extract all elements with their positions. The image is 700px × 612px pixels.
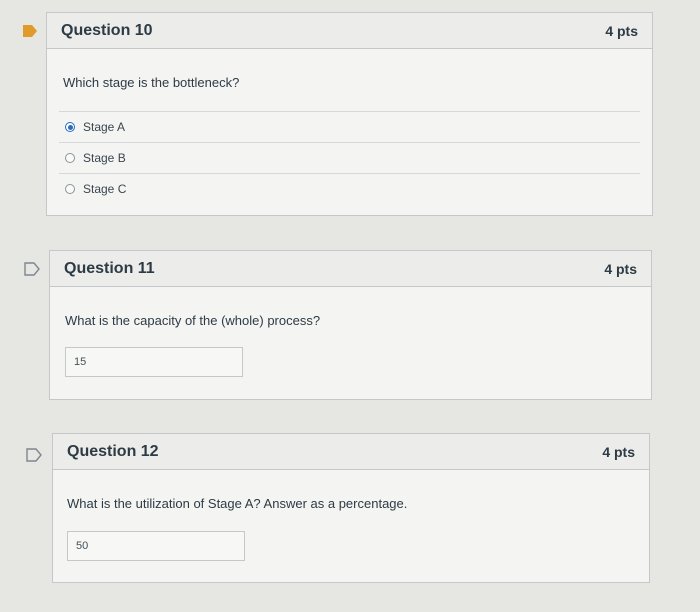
answer-label: Stage B	[83, 151, 126, 165]
question-title: Question 12	[67, 442, 159, 460]
question-title: Question 11	[64, 259, 155, 277]
question-header: Question 11 4 pts	[50, 251, 651, 287]
radio-selected-icon[interactable]	[65, 122, 75, 132]
radio-icon[interactable]	[65, 153, 75, 163]
flag-outline-icon[interactable]	[26, 448, 42, 462]
answer-list: Stage A Stage B Stage C	[59, 111, 640, 204]
question-points: 4 pts	[602, 443, 635, 460]
question-header: Question 12 4 pts	[53, 434, 649, 470]
flag-outline-icon[interactable]	[24, 262, 40, 276]
question-card-12: Question 12 4 pts What is the utilizatio…	[52, 433, 650, 583]
question-header: Question 10 4 pts	[47, 13, 652, 49]
answer-option-stage-b[interactable]: Stage B	[59, 142, 640, 173]
radio-icon[interactable]	[65, 184, 75, 194]
question-card-10: Question 10 4 pts Which stage is the bot…	[46, 12, 653, 216]
answer-label: Stage A	[83, 120, 126, 134]
answer-option-stage-c[interactable]: Stage C	[59, 173, 640, 204]
question-points: 4 pts	[604, 260, 637, 277]
flag-marked-icon[interactable]	[22, 24, 38, 38]
question-points: 4 pts	[605, 22, 638, 39]
question-title: Question 10	[61, 21, 153, 39]
answer-label: Stage C	[83, 182, 127, 196]
answer-input[interactable]: 50	[67, 531, 245, 561]
answer-option-stage-a[interactable]: Stage A	[59, 111, 640, 142]
question-prompt: Which stage is the bottleneck?	[63, 75, 240, 90]
answer-input[interactable]: 15	[65, 347, 243, 377]
question-card-11: Question 11 4 pts What is the capacity o…	[49, 250, 652, 400]
question-prompt: What is the utilization of Stage A? Answ…	[67, 496, 408, 511]
question-prompt: What is the capacity of the (whole) proc…	[65, 313, 321, 328]
